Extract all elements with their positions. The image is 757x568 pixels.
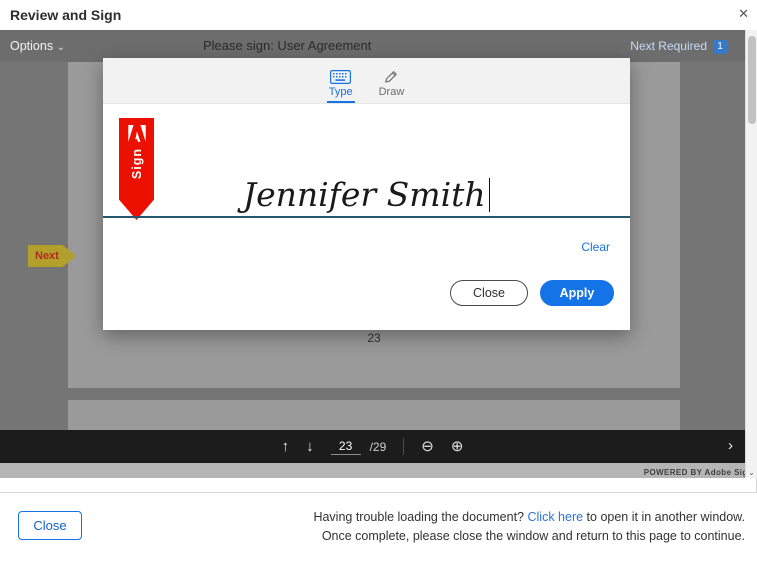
page-count-label: /29 (370, 440, 387, 454)
help-line-1-pre: Having trouble loading the document? (313, 510, 527, 524)
page-number-input[interactable] (331, 439, 361, 455)
next-required-label: Next Required (630, 39, 707, 53)
signature-dialog: Type Draw Sign Jennifer Smith Clear Clos… (103, 58, 630, 330)
page-title: Review and Sign (10, 7, 121, 23)
footer-panel: Close Having trouble loading the documen… (0, 492, 757, 568)
next-required-link[interactable]: Next Required 1 (630, 30, 727, 62)
options-label: Options (10, 39, 53, 53)
close-icon[interactable]: ✕ (738, 6, 749, 22)
pen-icon (383, 70, 400, 84)
options-menu[interactable]: Options ⌄ (10, 30, 65, 64)
adobe-logo-icon (128, 125, 146, 142)
scrollbar[interactable]: ⌄ (745, 30, 757, 478)
signature-field[interactable]: Jennifer Smith (103, 175, 630, 214)
scrollbar-down-icon[interactable]: ⌄ (746, 468, 757, 477)
next-flag-label: Next (35, 250, 59, 262)
tab-draw[interactable]: Draw (377, 66, 407, 103)
text-caret (489, 178, 491, 212)
clear-link[interactable]: Clear (581, 240, 610, 254)
click-here-link[interactable]: Click here (528, 510, 584, 524)
chevron-down-icon: ⌄ (57, 42, 65, 53)
page-number-label: 23 (68, 331, 680, 345)
help-line-1: Having trouble loading the document? Cli… (313, 508, 745, 527)
modal-close-button[interactable]: Close (450, 280, 528, 306)
tab-type-label: Type (329, 86, 353, 98)
apply-button[interactable]: Apply (540, 280, 614, 306)
modal-actions: Close Apply (450, 280, 614, 306)
tab-draw-label: Draw (379, 86, 405, 98)
document-page-next (68, 400, 680, 430)
page-up-icon[interactable]: ↑ (282, 439, 290, 454)
powered-by-label: POWERED BY Adobe Sign (644, 468, 753, 477)
signature-text: Jennifer Smith (243, 175, 486, 214)
signature-line (103, 216, 630, 218)
signature-tabs: Type Draw (103, 58, 630, 104)
toolbar-divider (403, 438, 404, 455)
scrollbar-thumb[interactable] (748, 36, 756, 124)
pdf-toolbar: ↑ ↓ /29 ⊖ ⊕ › (0, 430, 745, 463)
tab-type[interactable]: Type (327, 66, 355, 103)
keyboard-icon (330, 70, 351, 84)
powered-by-strip: POWERED BY Adobe Sign (0, 463, 757, 478)
zoom-out-icon[interactable]: ⊖ (421, 439, 434, 454)
page-down-icon[interactable]: ↓ (306, 439, 314, 454)
signature-panel: Sign Jennifer Smith Clear Close Apply (103, 104, 630, 329)
zoom-in-icon[interactable]: ⊕ (451, 439, 464, 454)
help-line-1-post: to open it in another window. (583, 510, 745, 524)
title-bar: Review and Sign ✕ (0, 0, 757, 30)
footer-close-button[interactable]: Close (18, 511, 82, 540)
help-line-2: Once complete, please close the window a… (313, 527, 745, 546)
pdf-toolbar-controls: ↑ ↓ /29 ⊖ ⊕ (0, 430, 745, 463)
help-text: Having trouble loading the document? Cli… (313, 508, 745, 546)
toolbar-expand-icon[interactable]: › (728, 438, 733, 453)
required-count-badge: 1 (713, 40, 727, 54)
